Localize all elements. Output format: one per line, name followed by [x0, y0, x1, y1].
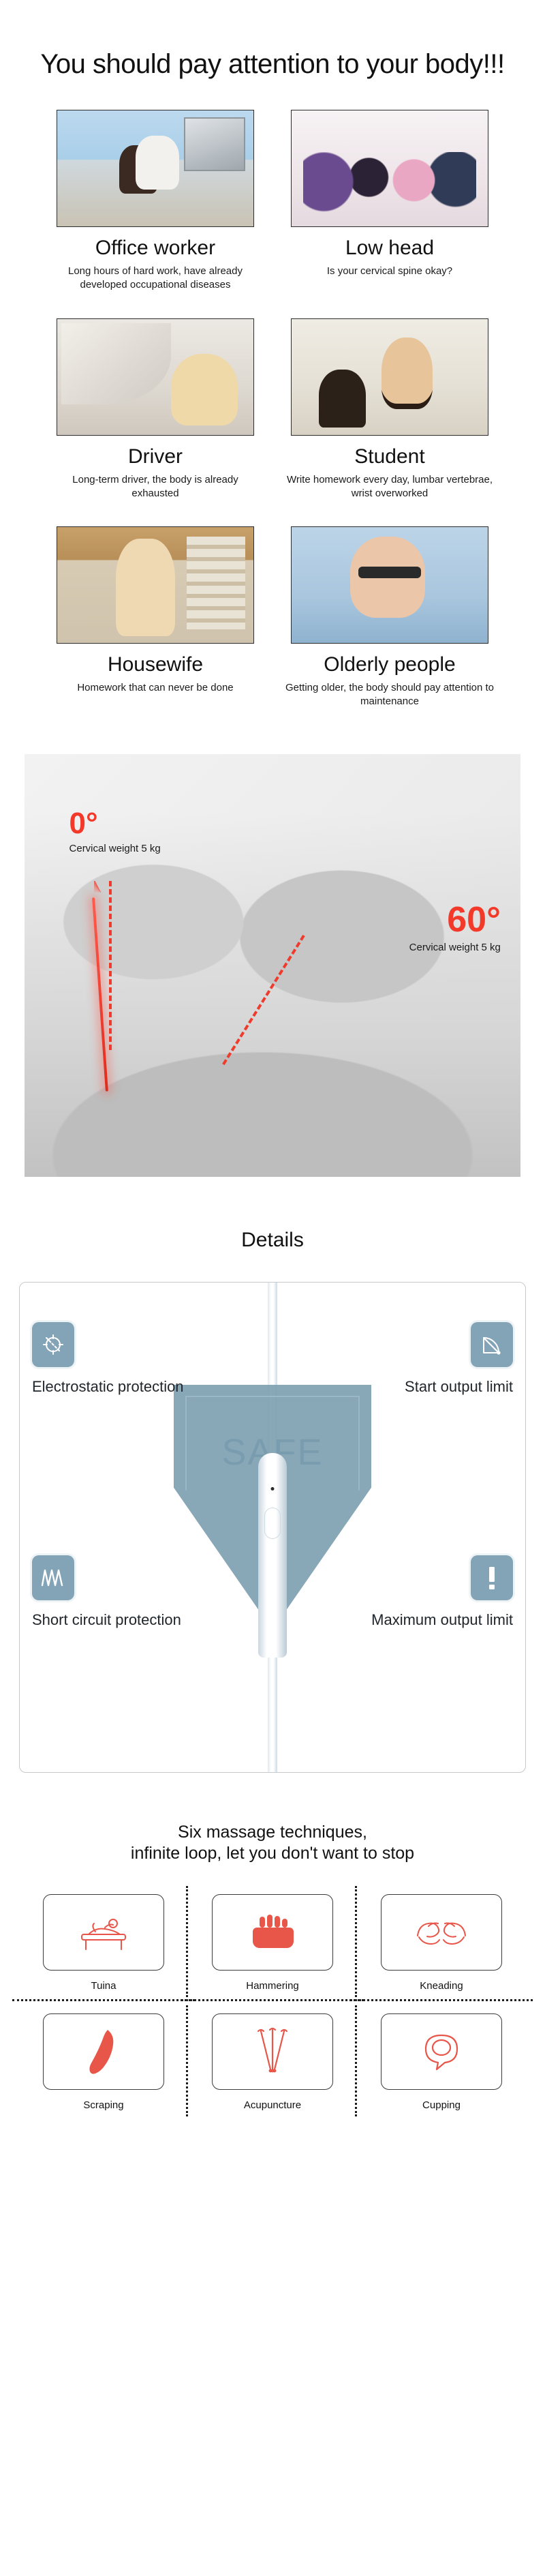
wand-power-button — [264, 1507, 281, 1539]
persona-card: Low head Is your cervical spine okay? — [272, 110, 507, 293]
massage-wand-body — [258, 1452, 287, 1658]
persona-card: Driver Long-term driver, the body is alr… — [38, 318, 272, 501]
persona-description: Long hours of hard work, have already de… — [68, 265, 243, 291]
technique-name: Hammering — [246, 1980, 299, 1992]
persona-name: Housewife — [107, 653, 204, 676]
persona-photo-student — [291, 318, 488, 436]
technique-cell-hammering[interactable]: Hammering — [181, 1882, 364, 2001]
safety-features-panel: SAFE Electrostatic protection Start outp… — [19, 1281, 526, 1773]
technique-tile — [212, 1894, 333, 1971]
angle-sweep-highlight — [93, 880, 452, 1075]
persona-name: Student — [354, 445, 425, 468]
acupuncture-needles-icon — [247, 2027, 298, 2076]
feature-short-circuit-protection: Short circuit protection — [32, 1555, 196, 1628]
feature-start-output-limit: Start output limit — [349, 1321, 513, 1395]
technique-name: Kneading — [420, 1980, 463, 1992]
zero-degree-reference-line — [108, 880, 112, 1050]
details-section-title: Details — [241, 1228, 304, 1251]
technique-name: Acupuncture — [243, 2099, 302, 2111]
feature-label: Maximum output limit — [371, 1611, 513, 1628]
persona-card: Student Write homework every day, lumbar… — [272, 318, 507, 501]
sixty-degree-value: 60° — [447, 899, 501, 940]
gua-sha-scraping-tool-icon — [84, 2027, 123, 2076]
technique-tile — [381, 1894, 502, 1971]
technique-name: Tuina — [91, 1980, 116, 1992]
zero-degree-value: 0° — [69, 807, 98, 841]
techniques-heading-line2: infinite loop, let you don't want to sto… — [130, 1843, 415, 1863]
techniques-grid: Tuina Hammering Kneading Scraping Acupun… — [12, 1882, 533, 2121]
persona-name: Office worker — [95, 237, 216, 259]
technique-cell-scraping[interactable]: Scraping — [19, 2001, 188, 2121]
technique-tile — [212, 2013, 333, 2090]
persona-card: Office worker Long hours of hard work, h… — [38, 110, 272, 293]
fist-hammering-icon — [249, 1911, 296, 1953]
persona-photo-elderly — [291, 526, 488, 644]
persona-description: Long-term driver, the body is already ex… — [72, 473, 238, 499]
persona-description: Write homework every day, lumbar vertebr… — [286, 473, 493, 499]
kneading-hands-icon — [412, 1913, 471, 1952]
persona-description: Homework that can never be done — [77, 682, 234, 693]
persona-name: Driver — [128, 445, 183, 468]
persona-photo-driver — [57, 318, 254, 436]
persona-name: Olderly people — [324, 653, 456, 676]
technique-name: Scraping — [83, 2099, 124, 2111]
feature-maximum-output-limit: Maximum output limit — [349, 1555, 513, 1628]
cervical-angle-illustration: 0° Cervical weight 5 kg 60° Cervical wei… — [25, 753, 520, 1177]
technique-tile — [381, 2013, 502, 2090]
zero-degree-label-group: 0° Cervical weight 5 kg — [69, 807, 161, 855]
feature-electrostatic-protection: Electrostatic protection — [32, 1321, 196, 1395]
persona-grid: Office worker Long hours of hard work, h… — [0, 110, 545, 709]
technique-tile — [43, 2013, 164, 2090]
exclamation-icon — [471, 1555, 513, 1600]
feature-label: Short circuit protection — [32, 1611, 181, 1628]
persona-photo-housewife — [57, 526, 254, 644]
techniques-heading: Six massage techniques, infinite loop, l… — [0, 1822, 545, 1865]
technique-cell-kneading[interactable]: Kneading — [350, 1882, 533, 2001]
elderly-scene — [292, 527, 488, 643]
persona-description: Getting older, the body should pay atten… — [285, 682, 495, 708]
low-head-scene — [292, 110, 488, 226]
feature-label: Start output limit — [405, 1377, 513, 1395]
persona-card: Olderly people Getting older, the body s… — [272, 526, 507, 709]
persona-description: Is your cervical spine okay? — [326, 265, 453, 277]
sixty-degree-caption: Cervical weight 5 kg — [409, 941, 501, 953]
persona-name: Low head — [345, 237, 435, 259]
zero-degree-caption: Cervical weight 5 kg — [69, 843, 161, 855]
wand-indicator-dot — [270, 1486, 275, 1491]
office-worker-scene — [57, 110, 253, 226]
persona-photo-low-head — [291, 110, 488, 227]
technique-name: Cupping — [422, 2099, 461, 2111]
page-title: You should pay attention to your body!!! — [40, 49, 505, 79]
cervical-angle-section: 0° Cervical weight 5 kg 60° Cervical wei… — [0, 753, 545, 1177]
driver-scene — [57, 318, 253, 435]
angle-meter-icon — [471, 1321, 513, 1367]
waveform-icon — [32, 1555, 74, 1600]
technique-cell-acupuncture[interactable]: Acupuncture — [188, 2001, 357, 2121]
techniques-heading-line1: Six massage techniques, — [178, 1822, 367, 1842]
technique-cell-cupping[interactable]: Cupping — [357, 2001, 526, 2121]
housewife-scene — [57, 527, 253, 643]
sixty-degree-label-group: 60° Cervical weight 5 kg — [409, 902, 501, 953]
tuina-massage-table-icon — [75, 1911, 132, 1953]
feature-label: Electrostatic protection — [32, 1377, 184, 1395]
persona-photo-office-worker — [57, 110, 254, 227]
technique-tile — [43, 1894, 164, 1971]
persona-card: Housewife Homework that can never be don… — [38, 526, 272, 709]
cupping-glass-icon — [419, 2030, 464, 2073]
student-scene — [292, 318, 488, 435]
technique-cell-tuina[interactable]: Tuina — [12, 1882, 195, 2001]
electrostatic-icon — [32, 1321, 74, 1367]
